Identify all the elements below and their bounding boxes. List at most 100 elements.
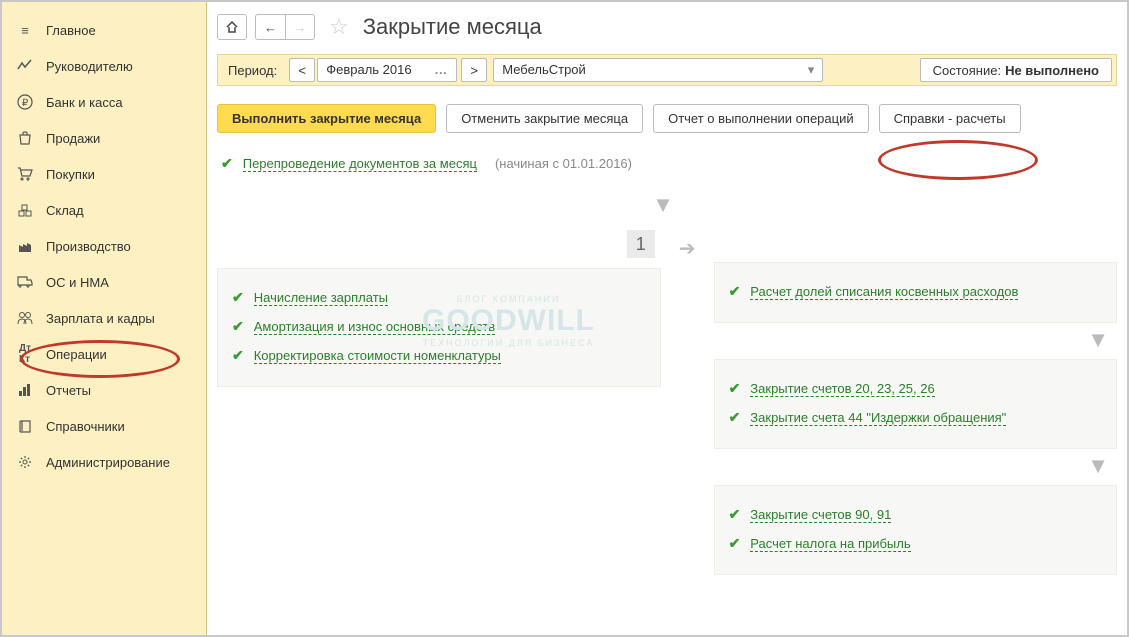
chart-icon xyxy=(16,57,34,75)
sidebar-item-sales[interactable]: Продажи xyxy=(2,120,206,156)
sidebar-item-label: Операции xyxy=(46,347,107,362)
content: ✔ Перепроведение документов за месяц (на… xyxy=(207,149,1127,575)
ellipsis-icon[interactable]: … xyxy=(432,59,448,81)
period-value: Февраль 2016 xyxy=(326,59,411,81)
factory-icon xyxy=(16,237,34,255)
period-field[interactable]: Февраль 2016 … xyxy=(317,58,457,82)
bag-icon xyxy=(16,129,34,147)
op-item: ✔ Начисление зарплаты xyxy=(232,283,646,312)
sidebar-item-manager[interactable]: Руководителю xyxy=(2,48,206,84)
check-icon: ✔ xyxy=(729,409,741,426)
check-icon: ✔ xyxy=(232,318,244,335)
arrow-down-icon: ▼ xyxy=(217,188,1117,224)
right-column: ✔ Расчет долей списания косвенных расходо… xyxy=(714,230,1117,575)
right-block-2: ✔ Закрытие счетов 20, 23, 25, 26 ✔ Закрыти… xyxy=(714,359,1117,449)
left-column: 1 ✔ Начисление зарплаты ✔ Амортизация и из… xyxy=(217,230,661,387)
op-link[interactable]: Расчет налога на прибыль xyxy=(750,536,910,552)
nav-group: ← → xyxy=(255,14,315,40)
sidebar-item-purchases[interactable]: Покупки xyxy=(2,156,206,192)
check-icon: ✔ xyxy=(729,506,741,523)
repost-link[interactable]: Перепроведение документов за месяц xyxy=(243,156,477,172)
right-block-3: ✔ Закрытие счетов 90, 91 ✔ Расчет налога н… xyxy=(714,485,1117,575)
menu-icon: ≡ xyxy=(16,21,34,39)
execute-button[interactable]: Выполнить закрытие месяца xyxy=(217,104,436,133)
sidebar-item-label: Покупки xyxy=(46,167,95,182)
check-icon: ✔ xyxy=(221,155,233,172)
sidebar-item-main[interactable]: ≡ Главное xyxy=(2,12,206,48)
actions-bar: Выполнить закрытие месяца Отменить закры… xyxy=(207,86,1127,149)
report-button[interactable]: Отчет о выполнении операций xyxy=(653,104,869,133)
state-label: Состояние: xyxy=(933,63,1001,78)
op-link[interactable]: Амортизация и износ основных средств xyxy=(254,319,495,335)
flow: 1 ✔ Начисление зарплаты ✔ Амортизация и из… xyxy=(217,230,1117,575)
svg-text:₽: ₽ xyxy=(22,98,29,109)
period-bar: Период: < Февраль 2016… > МебельСтрой▾ С… xyxy=(217,54,1117,86)
op-link[interactable]: Закрытие счетов 90, 91 xyxy=(750,507,891,523)
sidebar-item-operations[interactable]: ДтКт Операции xyxy=(2,336,206,372)
sidebar-item-label: Руководителю xyxy=(46,59,133,74)
operations-icon: ДтКт xyxy=(16,345,34,363)
right-block-1: ✔Расчет долей списания косвенных расходо… xyxy=(714,262,1117,323)
sidebar-item-label: Банк и касса xyxy=(46,95,123,110)
arrow-down-icon: ▼ xyxy=(714,323,1117,359)
op-item: ✔ Закрытие счетов 20, 23, 25, 26 xyxy=(729,374,1102,403)
op-link[interactable]: Корректировка стоимости номенклатуры xyxy=(254,348,501,364)
sidebar-item-label: ОС и НМА xyxy=(46,275,109,290)
sidebar-item-salary[interactable]: Зарплата и кадры xyxy=(2,300,206,336)
sidebar-item-label: Производство xyxy=(46,239,131,254)
book-icon xyxy=(16,417,34,435)
dropdown-icon[interactable]: ▾ xyxy=(808,59,815,81)
back-button[interactable]: ← xyxy=(255,14,285,40)
sidebar-item-admin[interactable]: Администрирование xyxy=(2,444,206,480)
op-item: ✔ Расчет налога на прибыль xyxy=(729,529,1102,558)
refs-button[interactable]: Справки - расчеты xyxy=(879,104,1021,133)
check-icon: ✔ xyxy=(232,289,244,306)
check-icon: ✔ xyxy=(232,347,244,364)
period-next-button[interactable]: > xyxy=(461,58,487,82)
home-button[interactable] xyxy=(217,14,247,40)
op-link[interactable]: Начисление зарплаты xyxy=(254,290,388,306)
arrow-down-icon: ▼ xyxy=(714,449,1117,485)
sidebar-item-assets[interactable]: ОС и НМА xyxy=(2,264,206,300)
sidebar-item-label: Зарплата и кадры xyxy=(46,311,155,326)
org-field[interactable]: МебельСтрой ▾ xyxy=(493,58,823,82)
period-prev-button[interactable]: < xyxy=(289,58,315,82)
sidebar-item-label: Отчеты xyxy=(46,383,91,398)
sidebar-item-reports[interactable]: Отчеты xyxy=(2,372,206,408)
check-icon: ✔ xyxy=(729,535,741,552)
op-link[interactable]: Расчет долей списания косвенных расходов xyxy=(750,284,1018,300)
op-item: ✔ Амортизация и износ основных средств xyxy=(232,312,646,341)
state-value: Не выполнено xyxy=(1005,63,1099,78)
repost-hint: (начиная с 01.01.2016) xyxy=(495,156,632,171)
main: ← → ☆ Закрытие месяца Период: < Февраль … xyxy=(207,2,1127,635)
op-item: ✔ Закрытие счета 44 "Издержки обращения" xyxy=(729,403,1102,432)
op-link[interactable]: Закрытие счета 44 "Издержки обращения" xyxy=(750,410,1006,426)
sidebar-item-catalogs[interactable]: Справочники xyxy=(2,408,206,444)
sidebar-item-production[interactable]: Производство xyxy=(2,228,206,264)
sidebar-item-label: Администрирование xyxy=(46,455,170,470)
arrow-right-icon: ➔ xyxy=(679,230,696,261)
gear-icon xyxy=(16,453,34,471)
op-item: ✔Расчет долей списания косвенных расходо… xyxy=(729,277,1102,306)
truck-icon xyxy=(16,273,34,291)
ruble-icon: ₽ xyxy=(16,93,34,111)
op-item: ✔ Закрытие счетов 90, 91 xyxy=(729,500,1102,529)
sidebar-item-label: Склад xyxy=(46,203,84,218)
people-icon xyxy=(16,309,34,327)
sidebar-item-label: Главное xyxy=(46,23,96,38)
step-number: 1 xyxy=(627,230,655,258)
forward-button[interactable]: → xyxy=(285,14,315,40)
org-value: МебельСтрой xyxy=(502,59,586,81)
state-box: Состояние: Не выполнено xyxy=(920,58,1112,82)
cancel-button[interactable]: Отменить закрытие месяца xyxy=(446,104,643,133)
star-icon[interactable]: ☆ xyxy=(323,14,355,40)
bars-icon xyxy=(16,381,34,399)
page-title: Закрытие месяца xyxy=(363,14,542,40)
sidebar-item-warehouse[interactable]: Склад xyxy=(2,192,206,228)
titlebar: ← → ☆ Закрытие месяца xyxy=(207,2,1127,54)
sidebar-item-label: Справочники xyxy=(46,419,125,434)
check-icon: ✔ xyxy=(729,380,741,397)
boxes-icon xyxy=(16,201,34,219)
sidebar-item-bank[interactable]: ₽ Банк и касса xyxy=(2,84,206,120)
op-link[interactable]: Закрытие счетов 20, 23, 25, 26 xyxy=(750,381,934,397)
